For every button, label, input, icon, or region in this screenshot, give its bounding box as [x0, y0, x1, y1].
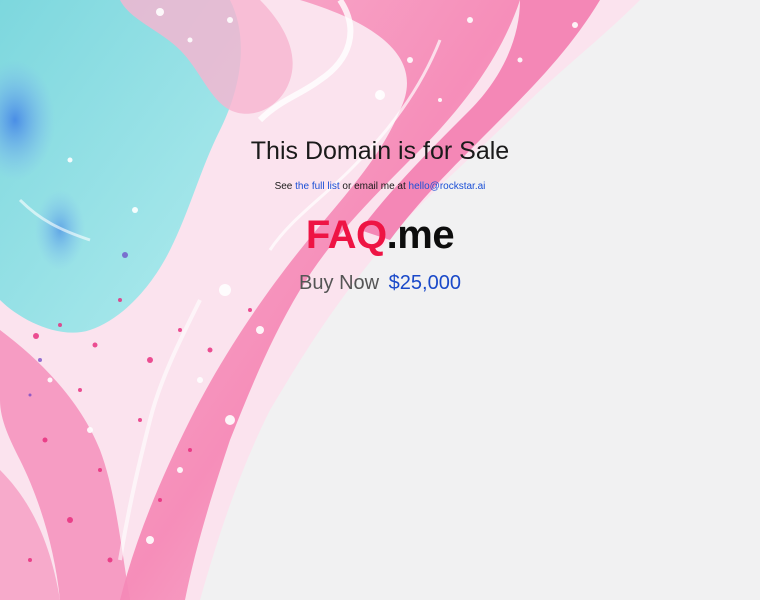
domain-name-display: FAQ.me [0, 211, 760, 259]
domain-tld: .me [386, 213, 455, 257]
email-link[interactable]: hello@rockstar.ai [409, 181, 486, 192]
contact-prefix: See [274, 181, 293, 192]
page-headline: This Domain is for Sale [250, 137, 510, 165]
full-list-link[interactable]: the full list [295, 181, 339, 192]
contact-middle: or email me at [342, 181, 406, 192]
sale-page: This Domain is for Sale See the full lis… [0, 0, 760, 600]
buy-now-offer[interactable]: Buy Now $25,000 [0, 270, 760, 296]
buy-now-label[interactable]: Buy Now [299, 272, 379, 294]
contact-line: See the full list or email me at hello@r… [0, 180, 760, 194]
price-value[interactable]: $25,000 [389, 272, 461, 294]
domain-name: FAQ [305, 213, 387, 257]
